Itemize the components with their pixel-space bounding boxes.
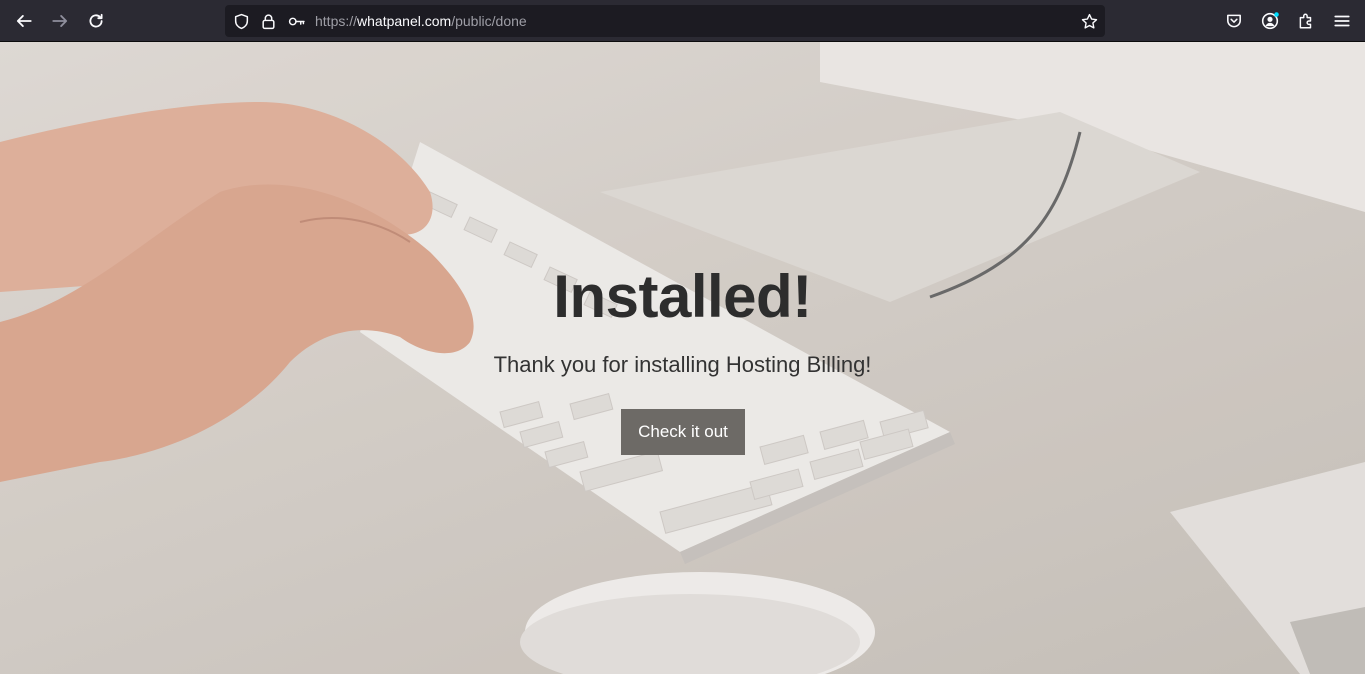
account-button[interactable] (1254, 5, 1286, 37)
account-icon (1261, 12, 1279, 30)
arrow-right-icon (52, 15, 68, 27)
url-bar[interactable]: https://whatpanel.com/public/done (225, 5, 1105, 37)
page-viewport: Installed! Thank you for installing Host… (0, 42, 1365, 674)
url-path: /public/done (451, 13, 527, 29)
lock-icon (261, 13, 275, 29)
url-host: whatpanel.com (357, 13, 452, 29)
page-title: Installed! (553, 263, 812, 330)
extensions-button[interactable] (1290, 5, 1322, 37)
reload-icon (89, 13, 103, 28)
shield-icon (234, 13, 248, 29)
pocket-icon (1227, 14, 1241, 28)
password-manager-button[interactable] (286, 11, 306, 31)
app-menu-button[interactable] (1326, 5, 1358, 37)
browser-toolbar: https://whatpanel.com/public/done (0, 0, 1365, 42)
page-subtitle: Thank you for installing Hosting Billing… (493, 352, 872, 377)
key-icon (288, 17, 305, 25)
hamburger-menu-icon (1334, 15, 1350, 27)
hero-section: Installed! Thank you for installing Host… (0, 42, 1365, 674)
puzzle-icon (1299, 13, 1312, 29)
pocket-button[interactable] (1218, 5, 1250, 37)
url-text[interactable]: https://whatpanel.com/public/done (315, 5, 527, 37)
reload-button[interactable] (80, 5, 112, 37)
bookmark-button[interactable] (1079, 11, 1099, 31)
site-security-button[interactable] (258, 11, 278, 31)
back-button[interactable] (8, 5, 40, 37)
tracking-protection-button[interactable] (231, 11, 251, 31)
arrow-left-icon (16, 15, 32, 27)
star-icon (1081, 13, 1097, 29)
check-it-out-button[interactable]: Check it out (621, 409, 745, 455)
url-prefix: https:// (315, 13, 358, 29)
forward-button[interactable] (44, 5, 76, 37)
